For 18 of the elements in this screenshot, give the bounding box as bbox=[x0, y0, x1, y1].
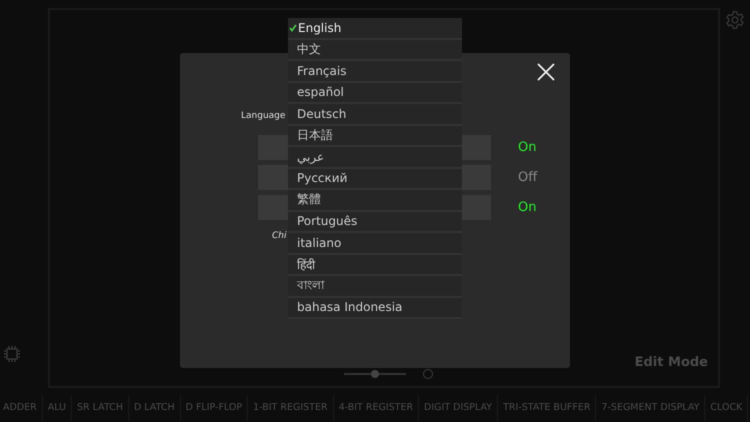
close-icon[interactable] bbox=[536, 62, 556, 82]
toggle-value[interactable]: On bbox=[518, 200, 536, 214]
zoom-slider[interactable] bbox=[344, 370, 406, 378]
language-option[interactable]: Русский bbox=[288, 168, 462, 190]
chip-icon[interactable] bbox=[2, 344, 22, 364]
language-option[interactable]: Português bbox=[288, 212, 462, 233]
toggle-value[interactable]: On bbox=[518, 140, 536, 154]
language-option[interactable]: español bbox=[288, 82, 462, 104]
settings-icon[interactable] bbox=[725, 10, 745, 30]
language-option[interactable]: 繁體 bbox=[288, 190, 462, 212]
language-option[interactable]: bahasa Indonesia bbox=[288, 298, 462, 319]
toggle-value[interactable]: Off bbox=[518, 170, 538, 184]
language-label: Language bbox=[241, 111, 286, 121]
reset-icon[interactable] bbox=[422, 368, 434, 380]
language-option[interactable]: हिंदी bbox=[288, 254, 462, 276]
mode-label: Edit Mode bbox=[634, 355, 708, 370]
chip-label: Chi bbox=[272, 231, 286, 241]
check-icon bbox=[289, 24, 297, 32]
